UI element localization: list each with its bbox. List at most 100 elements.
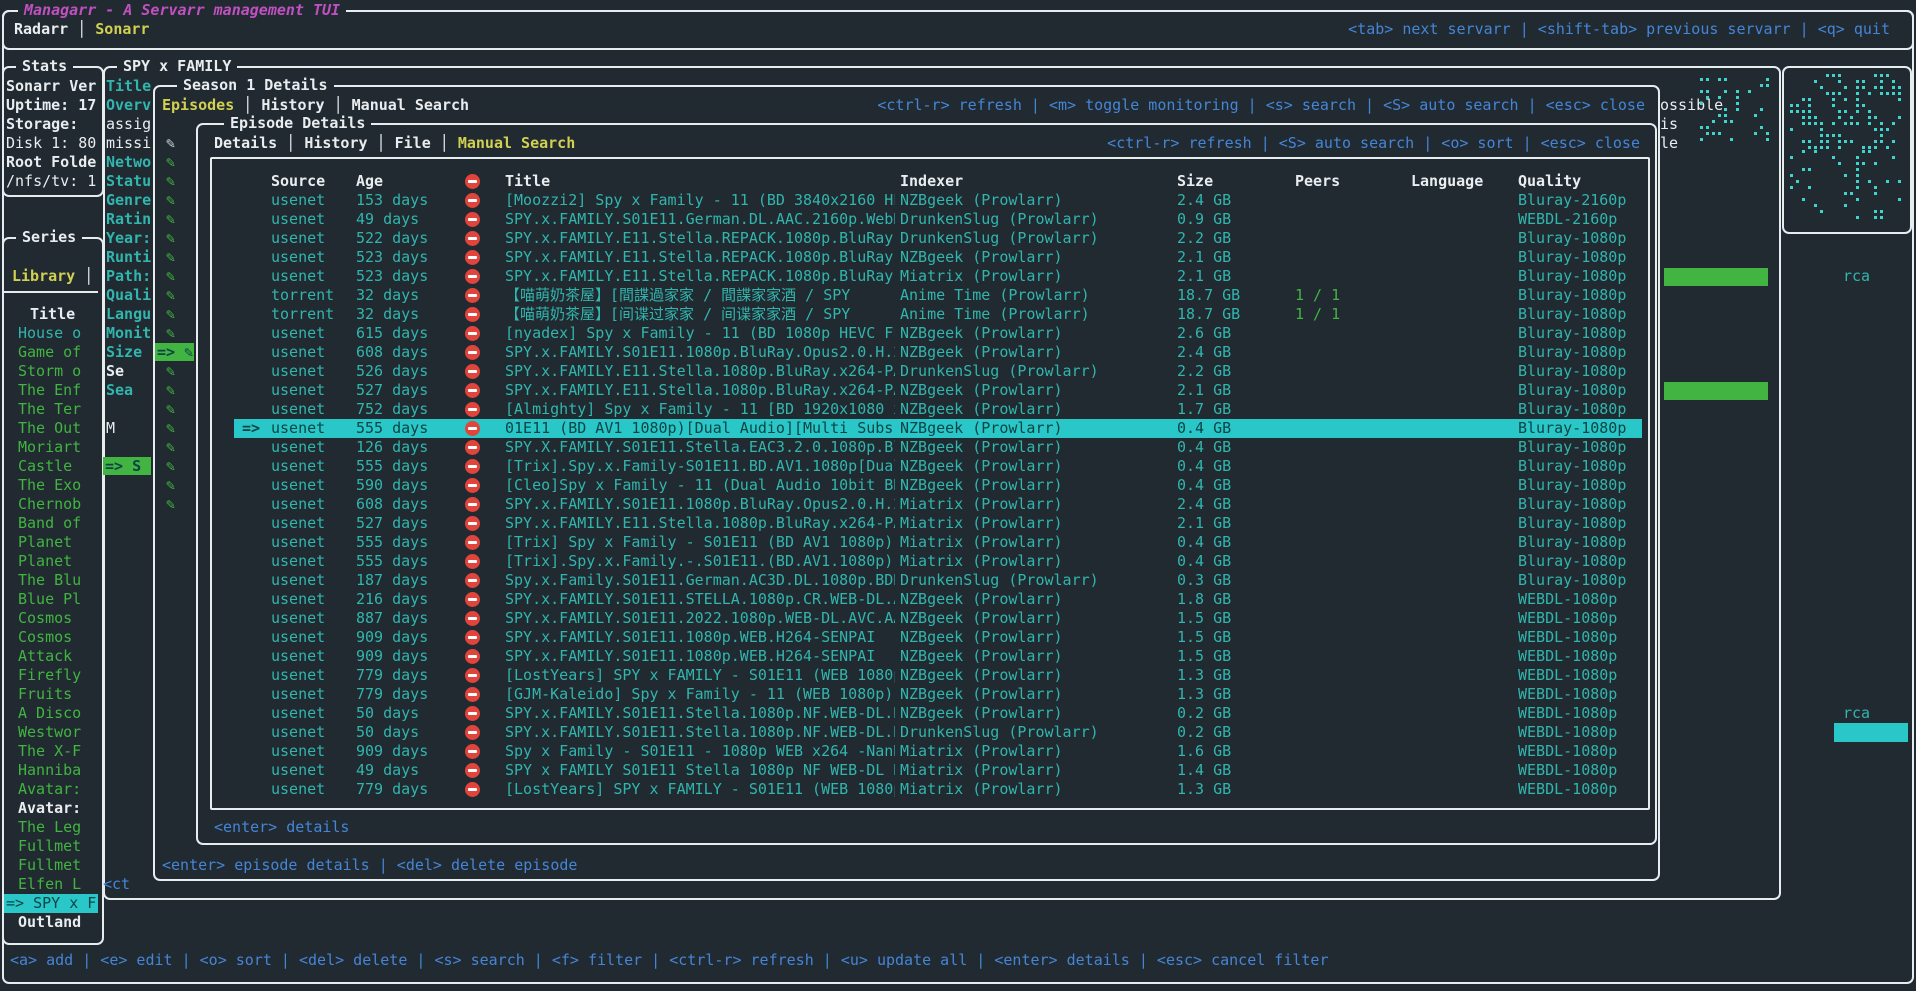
search-result-row[interactable]: usenet153 days[Moozzi2] Spy x Family - 1… — [0, 191, 1916, 210]
series-list-item[interactable]: Fullmet — [18, 837, 98, 856]
series-list-item[interactable]: Outland — [18, 913, 98, 932]
cell-title: SPY.x.FAMILY.S01E11.STELLA.1080p.CR.WEB-… — [505, 590, 895, 609]
tab-history[interactable]: History — [304, 134, 367, 152]
poster-art-dot — [1838, 134, 1841, 137]
tab-details[interactable]: Details — [214, 134, 277, 152]
poster-art-dot — [1880, 216, 1883, 219]
no-entry-icon — [465, 590, 485, 609]
cell-size: 1.5 GB — [1177, 628, 1287, 647]
search-result-row[interactable]: usenet779 days[GJM-Kaleido] Spy x Family… — [0, 685, 1916, 704]
tab-sonarr[interactable]: Sonarr — [95, 20, 149, 38]
cell-source: usenet — [271, 248, 351, 267]
search-result-row[interactable]: usenet608 daysSPY.x.FAMILY.S01E11.1080p.… — [0, 343, 1916, 362]
poster-art-dot — [1826, 74, 1829, 77]
tab-divider: │ — [325, 96, 352, 114]
series-list-item[interactable]: Fullmet — [18, 856, 98, 875]
poster-art-dot — [1856, 98, 1859, 101]
poster-art-dot — [1718, 96, 1721, 99]
search-result-row[interactable]: usenet909 daysSPY.x.FAMILY.S01E11.1080p.… — [0, 628, 1916, 647]
cell-source: usenet — [271, 533, 351, 552]
cell-language — [1411, 305, 1511, 324]
cell-size: 2.4 GB — [1177, 495, 1287, 514]
search-result-row[interactable]: usenet216 daysSPY.x.FAMILY.S01E11.STELLA… — [0, 590, 1916, 609]
poster-art-dot — [1730, 138, 1733, 141]
cell-language — [1411, 229, 1511, 248]
search-result-row[interactable]: usenet50 daysSPY.x.FAMILY.S01E11.Stella.… — [0, 704, 1916, 723]
cell-title: SPY.x.FAMILY.E11.Stella.REPACK.1080p.Blu… — [505, 229, 895, 248]
poster-art-dot — [1838, 110, 1841, 113]
search-result-row[interactable]: =>usenet555 days01E11 (BD AV1 1080p)[Dua… — [0, 419, 1916, 438]
tab-divider: │ — [431, 134, 458, 152]
poster-art-dot — [1868, 150, 1871, 153]
cell-source: usenet — [271, 267, 351, 286]
search-result-row[interactable]: usenet779 days[LostYears] SPY x FAMILY -… — [0, 666, 1916, 685]
cell-quality: WEBDL-2160p — [1518, 210, 1644, 229]
search-result-row[interactable]: usenet526 daysSPY.x.FAMILY.E11.Stella.10… — [0, 362, 1916, 381]
cell-size: 0.4 GB — [1177, 457, 1287, 476]
cell-source: usenet — [271, 628, 351, 647]
search-result-row[interactable]: usenet126 daysSPY.X.FAMILY.S01E11.Stella… — [0, 438, 1916, 457]
poster-art-dot — [1874, 162, 1877, 165]
series-list-item[interactable]: => SPY x F — [6, 894, 98, 913]
poster-art-dot — [1832, 74, 1835, 77]
cell-indexer: NZBgeek (Prowlarr) — [900, 324, 1170, 343]
search-result-row[interactable]: usenet909 daysSpy x Family - S01E11 - 10… — [0, 742, 1916, 761]
search-result-row[interactable]: usenet608 daysSPY.x.FAMILY.S01E11.1080p.… — [0, 495, 1916, 514]
tab-history[interactable]: History — [261, 96, 324, 114]
search-result-row[interactable]: usenet523 daysSPY.x.FAMILY.E11.Stella.RE… — [0, 267, 1916, 286]
cell-quality: WEBDL-1080p — [1518, 647, 1644, 666]
overview-text-fragment: is — [1660, 115, 1678, 134]
search-result-row[interactable]: usenet523 daysSPY.x.FAMILY.E11.Stella.RE… — [0, 248, 1916, 267]
tab-episodes[interactable]: Episodes — [162, 96, 234, 114]
search-result-row[interactable]: usenet887 daysSPY.x.FAMILY.S01E11.2022.1… — [0, 609, 1916, 628]
series-list-item[interactable]: Elfen L — [18, 875, 98, 894]
cell-size: 0.2 GB — [1177, 723, 1287, 742]
cell-indexer: NZBgeek (Prowlarr) — [900, 381, 1170, 400]
poster-art-dot — [1874, 146, 1877, 149]
cell-indexer: Anime Time (Prowlarr) — [900, 286, 1170, 305]
search-result-row[interactable]: usenet779 days[LostYears] SPY x FAMILY -… — [0, 780, 1916, 799]
cell-quality: Bluray-1080p — [1518, 552, 1644, 571]
stats-line: Disk 1: 80 — [6, 134, 98, 153]
cell-size: 0.4 GB — [1177, 438, 1287, 457]
search-result-row[interactable]: usenet187 daysSpy.x.Family.S01E11.German… — [0, 571, 1916, 590]
search-result-row[interactable]: usenet50 daysSPY.x.FAMILY.S01E11.Stella.… — [0, 723, 1916, 742]
cell-age: 32 days — [356, 305, 456, 324]
search-result-row[interactable]: torrent32 days【喵萌奶茶屋】[間諜過家家 / 間諜家家酒 / SP… — [0, 286, 1916, 305]
tab-manual-search[interactable]: Manual Search — [352, 96, 469, 114]
search-result-row[interactable]: usenet615 days[nyadex] Spy x Family - 11… — [0, 324, 1916, 343]
poster-art-dot — [1826, 134, 1829, 137]
search-result-row[interactable]: usenet909 daysSPY.x.FAMILY.S01E11.1080p.… — [0, 647, 1916, 666]
cell-age: 523 days — [356, 248, 456, 267]
episode-footer-keybinds: <enter> details — [214, 818, 349, 837]
cell-indexer: Miatrix (Prowlarr) — [900, 495, 1170, 514]
cell-title: SPY x FAMILY S01E11 Stella 1080p NF WEB-… — [505, 761, 895, 780]
series-field-label: Title — [106, 77, 152, 96]
series-list-item[interactable]: Avatar: — [18, 799, 98, 818]
cell-quality: WEBDL-1080p — [1518, 780, 1644, 799]
search-result-row[interactable]: usenet555 days[Trix].Spy.x.Family.-.S01E… — [0, 552, 1916, 571]
search-result-row[interactable]: usenet527 daysSPY.x.FAMILY.E11.Stella.10… — [0, 514, 1916, 533]
cell-age: 523 days — [356, 267, 456, 286]
search-result-row[interactable]: usenet527 daysSPY.x.FAMILY.E11.Stella.10… — [0, 381, 1916, 400]
poster-art-dot — [1844, 174, 1847, 177]
no-entry-icon — [465, 552, 485, 571]
cell-quality: WEBDL-1080p — [1518, 704, 1644, 723]
search-result-row[interactable]: usenet522 daysSPY.x.FAMILY.E11.Stella.RE… — [0, 229, 1916, 248]
cell-source: usenet — [271, 381, 351, 400]
poster-art-dot — [1826, 146, 1829, 149]
search-result-row[interactable]: usenet49 daysSPY x FAMILY S01E11 Stella … — [0, 761, 1916, 780]
tab-file[interactable]: File — [395, 134, 431, 152]
poster-art-dot — [1790, 110, 1793, 113]
cell-size: 0.4 GB — [1177, 476, 1287, 495]
search-result-row[interactable]: usenet590 days[Cleo]Spy x Family - 11 (D… — [0, 476, 1916, 495]
search-result-row[interactable]: usenet752 days[Almighty] Spy x Family - … — [0, 400, 1916, 419]
search-result-row[interactable]: usenet49 daysSPY.x.FAMILY.S01E11.German.… — [0, 210, 1916, 229]
tab-radarr[interactable]: Radarr — [14, 20, 68, 38]
search-result-row[interactable]: usenet555 days[Trix].Spy.x.Family-S01E11… — [0, 457, 1916, 476]
tab-manual-search[interactable]: Manual Search — [458, 134, 575, 152]
poster-art-dot — [1790, 128, 1793, 131]
search-result-row[interactable]: usenet555 days[Trix] Spy x Family - S01E… — [0, 533, 1916, 552]
series-list-item[interactable]: The Leg — [18, 818, 98, 837]
search-result-row[interactable]: torrent32 days【喵萌奶茶屋】[间谍过家家 / 间谍家家酒 / SP… — [0, 305, 1916, 324]
